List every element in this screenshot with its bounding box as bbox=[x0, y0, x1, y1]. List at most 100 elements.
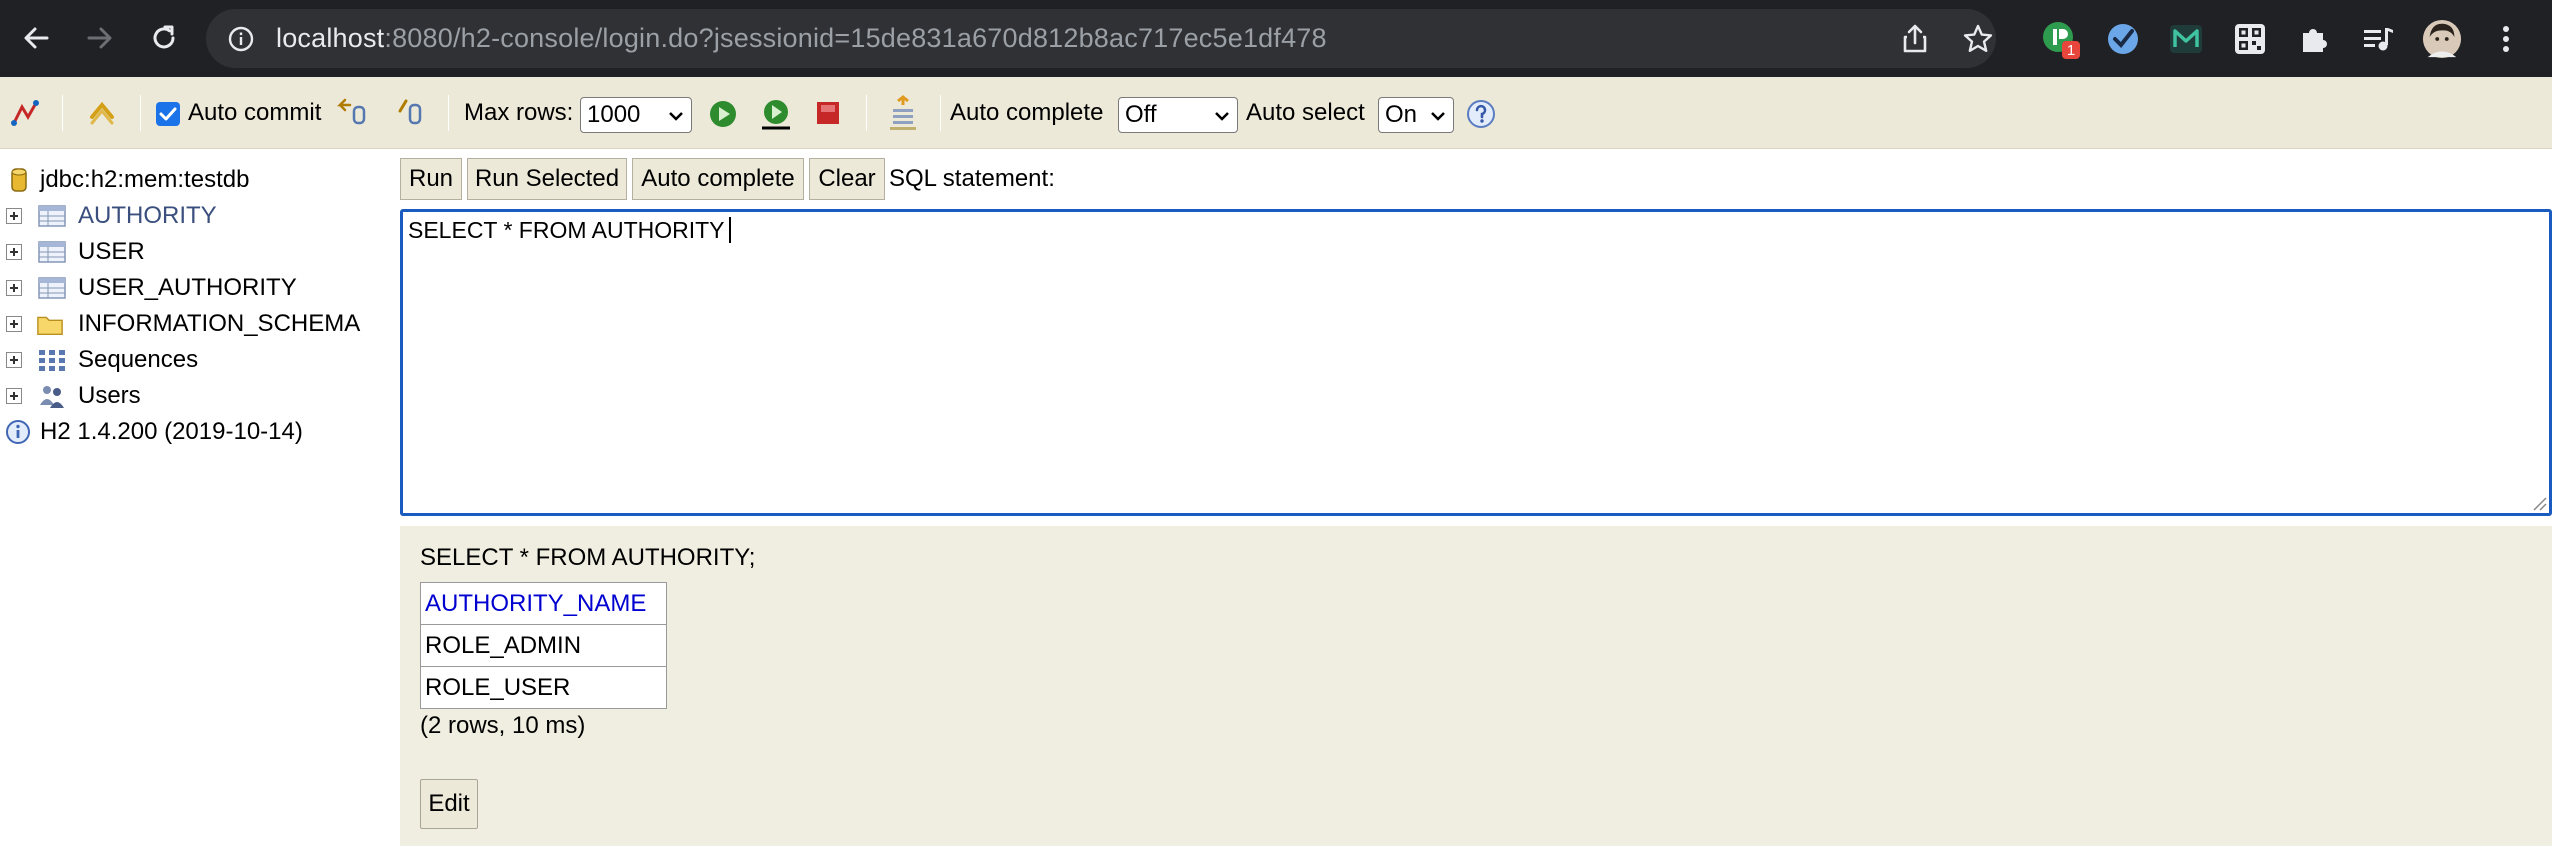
bookmark-star-icon[interactable] bbox=[1961, 22, 1995, 56]
column-header[interactable]: AUTHORITY_NAME bbox=[420, 582, 667, 625]
share-icon[interactable] bbox=[1898, 22, 1932, 56]
chevron-down-icon bbox=[1215, 112, 1229, 121]
results-table: AUTHORITY_NAME ROLE_ADMIN ROLE_USER bbox=[420, 582, 667, 709]
expand-icon[interactable] bbox=[6, 316, 22, 332]
tree-item-user-authority[interactable]: USER_AUTHORITY bbox=[0, 271, 400, 305]
expand-icon[interactable] bbox=[6, 244, 22, 260]
run-selected-button[interactable]: Run Selected bbox=[467, 158, 627, 200]
sql-text: SELECT * FROM AUTHORITY bbox=[408, 217, 725, 243]
edit-button[interactable]: Edit bbox=[420, 779, 478, 829]
auto-commit-checkbox[interactable] bbox=[156, 102, 180, 126]
results-panel: SELECT * FROM AUTHORITY; AUTHORITY_NAME … bbox=[400, 526, 2552, 846]
extension-pinned-3[interactable] bbox=[2166, 19, 2206, 59]
profile-avatar[interactable] bbox=[2422, 19, 2462, 59]
tree-item-label: Sequences bbox=[78, 346, 199, 373]
auto-select-select[interactable]: On bbox=[1378, 97, 1454, 133]
extension-badge-count: 1 bbox=[2067, 42, 2075, 59]
toolbar-separator bbox=[62, 95, 63, 131]
auto-commit-label: Auto commit bbox=[188, 99, 322, 126]
info-icon bbox=[6, 420, 30, 444]
h2-toolbar: Auto commit Max rows: 1000 Auto complete… bbox=[0, 77, 2552, 149]
toolbar-separator bbox=[940, 95, 941, 131]
refresh-icon[interactable] bbox=[86, 97, 118, 129]
commit-icon[interactable] bbox=[396, 97, 426, 127]
tree-item-users[interactable]: Users bbox=[0, 379, 400, 413]
toolbar-separator bbox=[866, 95, 867, 131]
extension-green-icon: 1 bbox=[2043, 22, 2080, 59]
puzzle-icon bbox=[2303, 29, 2327, 52]
playlist-icon bbox=[2364, 28, 2393, 51]
row-count-summary: (2 rows, 10 ms) bbox=[420, 712, 586, 739]
help-icon[interactable] bbox=[1466, 99, 1496, 129]
browser-menu-button[interactable] bbox=[2486, 19, 2526, 59]
sql-editor[interactable]: SELECT * FROM AUTHORITY bbox=[400, 209, 2552, 516]
disconnect-icon[interactable] bbox=[10, 97, 42, 129]
folder-icon bbox=[37, 316, 63, 335]
h2-version: H2 1.4.200 (2019-10-14) bbox=[40, 418, 303, 445]
toolbar-separator bbox=[140, 95, 141, 131]
expand-icon[interactable] bbox=[6, 388, 22, 404]
tree-item-label: AUTHORITY bbox=[78, 202, 217, 229]
back-button[interactable] bbox=[14, 16, 58, 60]
stop-icon[interactable] bbox=[814, 99, 842, 127]
max-rows-label: Max rows: bbox=[464, 99, 574, 126]
expand-icon[interactable] bbox=[6, 208, 22, 224]
site-info-icon[interactable] bbox=[228, 26, 254, 52]
rollback-icon[interactable] bbox=[336, 97, 370, 127]
tree-item-user[interactable]: USER bbox=[0, 235, 400, 269]
max-rows-select[interactable]: 1000 bbox=[580, 97, 692, 133]
extension-m-icon bbox=[2170, 25, 2202, 53]
sequences-icon bbox=[39, 350, 65, 371]
auto-select-value: On bbox=[1385, 101, 1418, 128]
url-host: localhost bbox=[276, 23, 385, 53]
extension-check-icon bbox=[2108, 24, 2138, 54]
users-icon bbox=[40, 386, 64, 408]
table-icon bbox=[38, 277, 66, 299]
table-cell: ROLE_USER bbox=[420, 666, 667, 709]
url-text[interactable]: localhost:8080/h2-console/login.do?jsess… bbox=[276, 9, 1327, 68]
query-toolbar: Run Run Selected Auto complete Clear SQL… bbox=[400, 150, 2552, 206]
tree-item-information-schema[interactable]: INFORMATION_SCHEMA bbox=[0, 307, 400, 341]
sql-statement-label: SQL statement: bbox=[889, 165, 1055, 192]
address-bar[interactable]: localhost:8080/h2-console/login.do?jsess… bbox=[206, 9, 1996, 68]
expand-icon[interactable] bbox=[6, 280, 22, 296]
max-rows-value: 1000 bbox=[587, 101, 641, 128]
kebab-menu-icon bbox=[2503, 26, 2509, 52]
history-icon[interactable] bbox=[888, 95, 918, 131]
table-row: ROLE_ADMIN bbox=[420, 624, 667, 667]
tree-item-authority[interactable]: AUTHORITY bbox=[0, 199, 400, 233]
extension-pinned-2[interactable] bbox=[2103, 19, 2143, 59]
auto-select-label: Auto select bbox=[1246, 99, 1365, 126]
tree-item-label: Users bbox=[78, 382, 141, 409]
auto-complete-select[interactable]: Off bbox=[1118, 97, 1238, 133]
run-button[interactable]: Run bbox=[400, 158, 462, 200]
run-icon[interactable] bbox=[708, 99, 738, 129]
chevron-down-icon bbox=[1431, 112, 1445, 121]
url-path: :8080/h2-console/login.do?jsessionid=15d… bbox=[384, 23, 1327, 53]
auto-complete-button[interactable]: Auto complete bbox=[632, 158, 804, 200]
connection-url: jdbc:h2:mem:testdb bbox=[40, 166, 250, 193]
extension-pinned-4[interactable] bbox=[2230, 19, 2270, 59]
table-cell: ROLE_ADMIN bbox=[420, 624, 667, 667]
tree-item-label: INFORMATION_SCHEMA bbox=[78, 310, 361, 337]
run-selected-icon[interactable] bbox=[758, 97, 794, 131]
forward-button[interactable] bbox=[78, 16, 122, 60]
clear-button[interactable]: Clear bbox=[809, 158, 885, 200]
executed-sql: SELECT * FROM AUTHORITY; bbox=[420, 544, 756, 571]
table-icon bbox=[38, 241, 66, 263]
auto-complete-value: Off bbox=[1125, 101, 1157, 128]
schema-tree: jdbc:h2:mem:testdb AUTHORITY USER USER_A… bbox=[0, 150, 400, 846]
media-control-button[interactable] bbox=[2358, 19, 2398, 59]
table-icon bbox=[38, 205, 66, 227]
tree-item-sequences[interactable]: Sequences bbox=[0, 343, 400, 377]
expand-icon[interactable] bbox=[6, 352, 22, 368]
extensions-menu-button[interactable] bbox=[2294, 19, 2334, 59]
chevron-down-icon bbox=[669, 112, 683, 121]
resize-handle-icon[interactable] bbox=[2531, 495, 2547, 511]
extension-pinned-1[interactable]: 1 bbox=[2040, 19, 2080, 59]
toolbar-separator bbox=[448, 95, 449, 131]
reload-button[interactable] bbox=[142, 16, 186, 60]
back-arrow-icon bbox=[24, 27, 49, 49]
tree-connection[interactable]: jdbc:h2:mem:testdb bbox=[0, 163, 400, 197]
auto-complete-label: Auto complete bbox=[950, 99, 1104, 126]
